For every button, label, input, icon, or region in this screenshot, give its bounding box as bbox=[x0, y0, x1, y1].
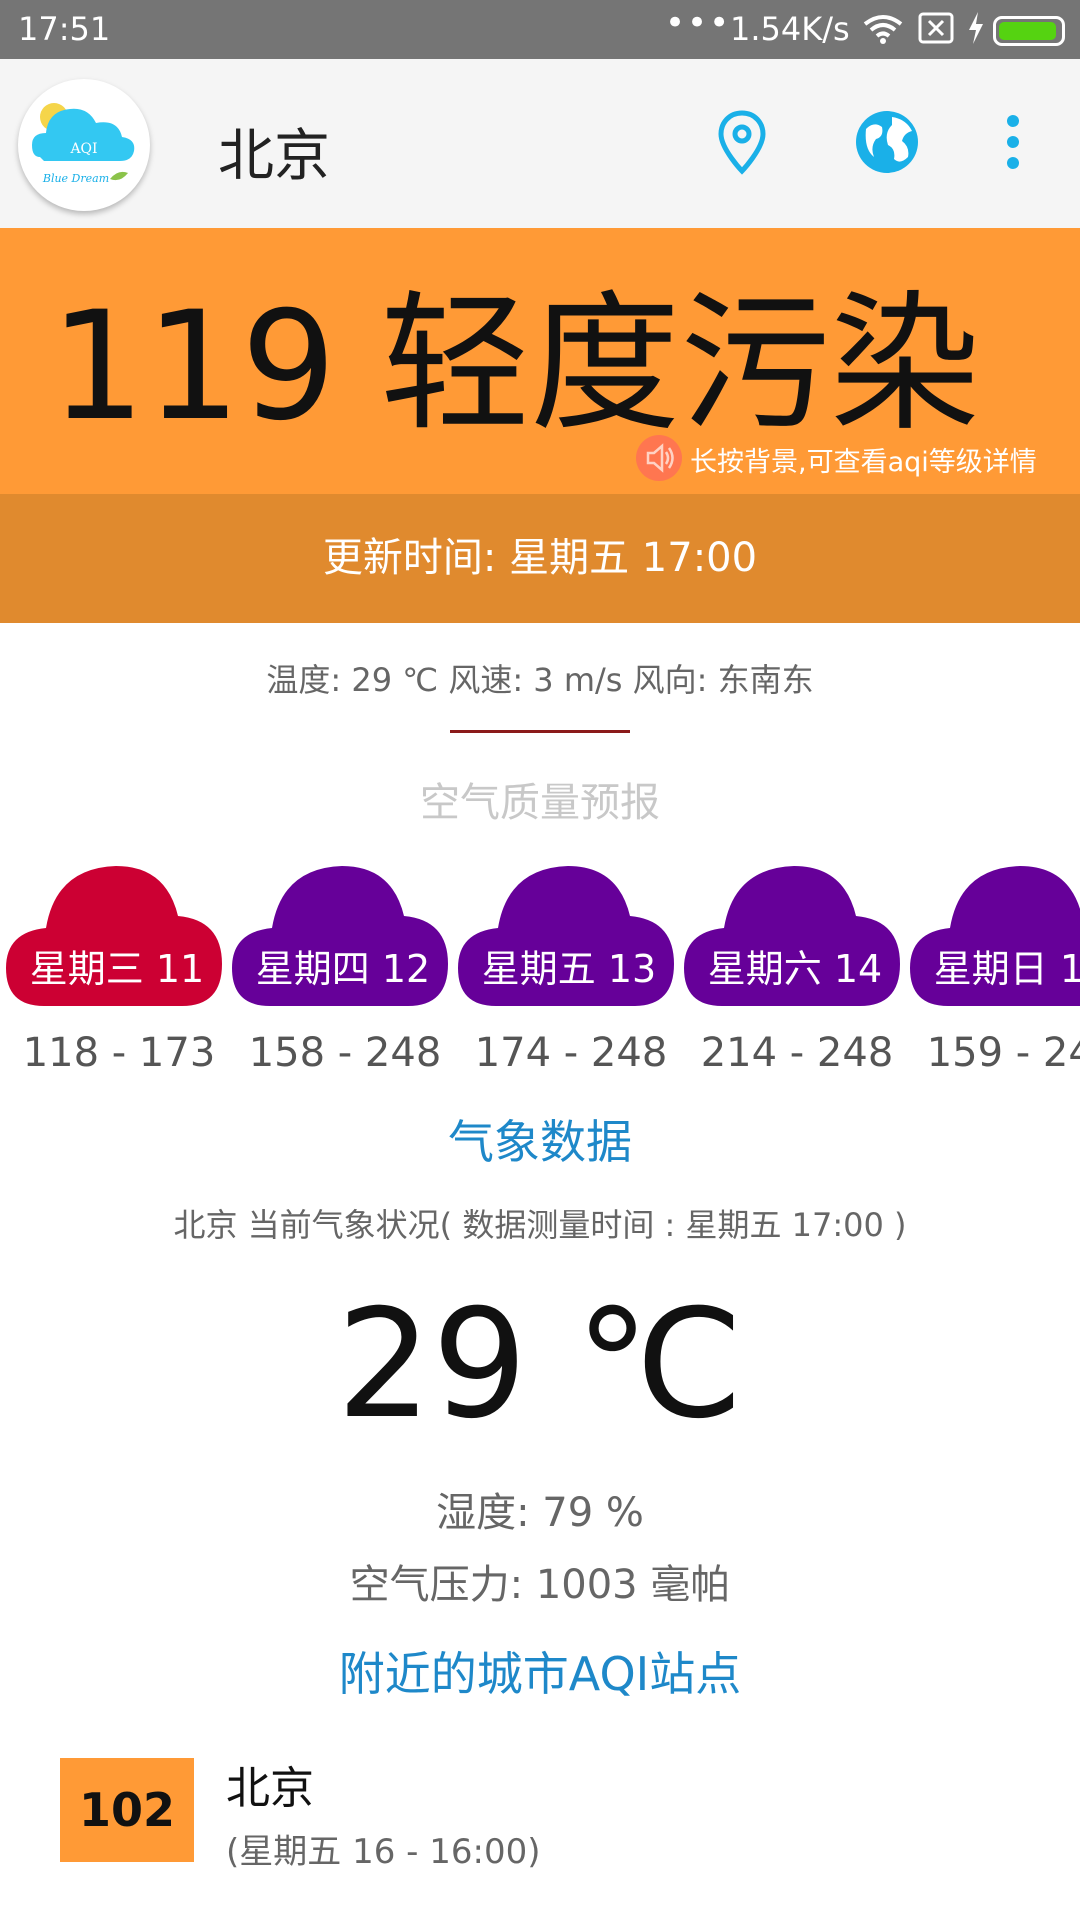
status-time: 17:51 bbox=[18, 10, 111, 48]
no-sim-icon bbox=[918, 12, 954, 52]
nearby-stations-title: 附近的城市AQI站点 bbox=[338, 1647, 742, 1701]
forecast-range: 158 - 248 bbox=[248, 1030, 442, 1076]
air-pressure: 空气压力: 1003 毫帕 bbox=[349, 1562, 731, 1608]
charging-icon bbox=[966, 10, 986, 54]
network-speed: 1.54K/s bbox=[730, 10, 850, 48]
meteorology-subtitle: 北京 当前气象状况( 数据测量时间 : 星期五 17:00 ) bbox=[173, 1206, 907, 1244]
station-name: 北京 bbox=[226, 1763, 314, 1814]
battery-level bbox=[999, 22, 1056, 40]
logo-text: AQI bbox=[69, 141, 97, 157]
aqi-value: 119 bbox=[50, 280, 337, 454]
forecast-card[interactable]: 星期六 14 214 - 248 bbox=[684, 862, 904, 1082]
globe-icon bbox=[856, 111, 918, 173]
forecast-card[interactable]: 星期四 12 158 - 248 bbox=[232, 862, 452, 1082]
meteorology-title: 气象数据 bbox=[448, 1115, 632, 1169]
forecast-strip[interactable]: 星期三 11 118 - 173 星期四 12 158 - 248 星期五 13… bbox=[0, 862, 1080, 1082]
wifi-icon bbox=[863, 12, 903, 54]
forecast-range: 214 - 248 bbox=[700, 1030, 894, 1076]
city-title: 北京 bbox=[218, 124, 330, 189]
app-bar: AQI Blue Dream 北京 bbox=[0, 59, 1080, 228]
location-pin-icon bbox=[718, 110, 766, 175]
speaker-icon[interactable] bbox=[636, 435, 682, 481]
battery-icon bbox=[993, 16, 1065, 46]
humidity: 湿度: 79 % bbox=[436, 1490, 644, 1536]
globe-button[interactable] bbox=[852, 107, 922, 177]
forecast-heading: 空气质量预报 bbox=[420, 780, 660, 826]
aqi-hint: 长按背景,可查看aqi等级详情 bbox=[690, 447, 1037, 478]
aqi-banner[interactable]: 119 轻度污染 长按背景,可查看aqi等级详情 bbox=[0, 228, 1080, 494]
forecast-day-label: 星期五 13 bbox=[481, 947, 657, 991]
station-row[interactable]: 102 北京 (星期五 16 - 16:00) bbox=[60, 1758, 1060, 1872]
status-bar: 17:51 ••• 1.54K/s bbox=[0, 0, 1080, 59]
station-aqi-badge: 102 bbox=[60, 1758, 194, 1862]
location-button[interactable] bbox=[707, 107, 777, 177]
forecast-day-label: 星期四 12 bbox=[255, 947, 431, 991]
forecast-card[interactable]: 星期五 13 174 - 248 bbox=[458, 862, 678, 1082]
forecast-range: 174 - 248 bbox=[474, 1030, 668, 1076]
forecast-range: 159 - 248 bbox=[926, 1030, 1080, 1076]
more-options-button[interactable] bbox=[985, 107, 1041, 177]
forecast-day-label: 星期日 15 bbox=[933, 947, 1080, 991]
logo-subtext: Blue Dream bbox=[42, 172, 109, 185]
station-time: (星期五 16 - 16:00) bbox=[226, 1832, 541, 1872]
update-time-bar: 更新时间: 星期五 17:00 bbox=[0, 494, 1080, 623]
notification-dots: ••• bbox=[665, 3, 732, 43]
current-temperature: 29 ℃ bbox=[336, 1278, 744, 1452]
more-vert-icon bbox=[1007, 115, 1019, 169]
app-logo[interactable]: AQI Blue Dream bbox=[18, 79, 150, 211]
weather-summary: 温度: 29 ℃ 风速: 3 m/s 风向: 东南东 bbox=[266, 661, 814, 699]
forecast-card[interactable]: 星期日 15 159 - 248 bbox=[910, 862, 1080, 1082]
forecast-card[interactable]: 星期三 11 118 - 173 bbox=[6, 862, 226, 1082]
divider bbox=[450, 730, 630, 733]
forecast-day-label: 星期六 14 bbox=[707, 947, 883, 991]
aqi-level: 轻度污染 bbox=[380, 278, 981, 452]
forecast-day-label: 星期三 11 bbox=[29, 947, 205, 991]
forecast-range: 118 - 173 bbox=[22, 1030, 216, 1076]
